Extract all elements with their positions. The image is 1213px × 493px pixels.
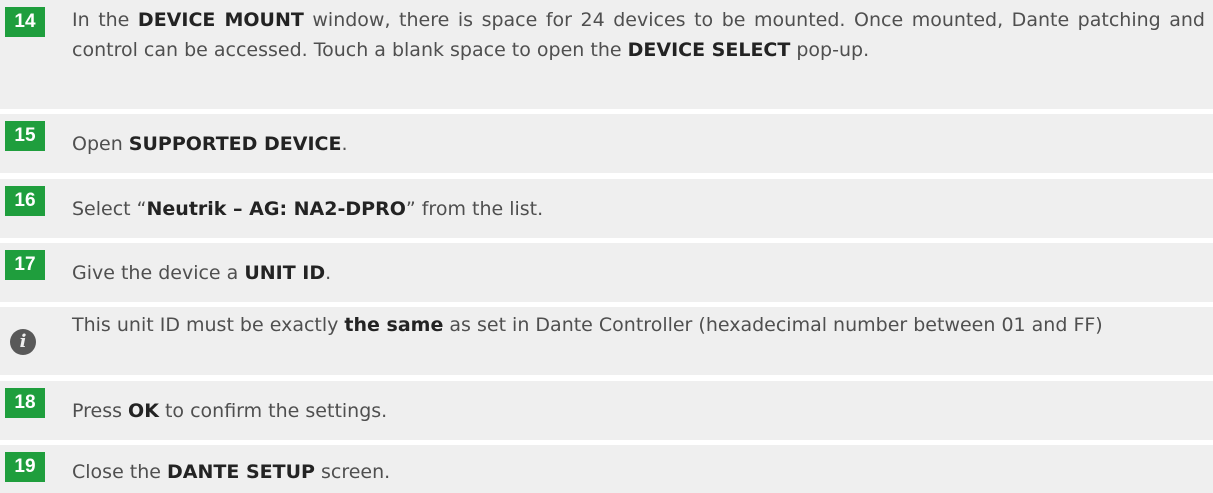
emphasis: the same	[344, 314, 444, 337]
ui-term: DEVICE MOUNT	[137, 9, 304, 31]
step-17-row: 17 Give the device a UNIT ID.	[0, 242, 1213, 302]
step-number-badge: 18	[5, 387, 45, 418]
ui-term: DEVICE SELECT	[627, 39, 791, 61]
step-17-text: Give the device a UNIT ID.	[72, 261, 332, 284]
instruction-steps: 14 In the DEVICE MOUNT window, there is …	[0, 0, 1213, 493]
info-note-text: This unit ID must be exactly the same as…	[72, 314, 1103, 337]
step-number-badge: 15	[5, 121, 45, 152]
step-16-text: Select “Neutrik – AG: NA2-DPRO” from the…	[72, 197, 544, 220]
step-15-row: 15 Open SUPPORTED DEVICE.	[0, 114, 1213, 174]
step-19-row: 19 Close the DANTE SETUP screen.	[0, 444, 1213, 493]
step-18-row: 18 Press OK to confirm the settings.	[0, 380, 1213, 440]
step-number-badge: 17	[5, 249, 45, 280]
ui-term: DANTE SETUP	[167, 460, 315, 483]
step-16-row: 16 Select “Neutrik – AG: NA2-DPRO” from …	[0, 178, 1213, 238]
ui-term: SUPPORTED DEVICE	[128, 133, 342, 156]
ui-term: UNIT ID	[244, 261, 326, 284]
info-note-row: i This unit ID must be exactly the same …	[0, 307, 1213, 376]
ui-term: Neutrik – AG: NA2-DPRO	[146, 197, 406, 220]
step-number-badge: 16	[5, 185, 45, 216]
step-19-text: Close the DANTE SETUP screen.	[72, 460, 391, 483]
step-15-text: Open SUPPORTED DEVICE.	[72, 133, 348, 156]
step-18-text: Press OK to confirm the settings.	[72, 399, 388, 422]
step-number-badge: 19	[5, 451, 45, 482]
info-icon: i	[10, 329, 36, 356]
step-number-badge: 14	[5, 7, 45, 37]
step-14-row: 14 In the DEVICE MOUNT window, there is …	[0, 0, 1213, 109]
ui-term: OK	[128, 399, 159, 422]
step-14-text: In the DEVICE MOUNT window, there is spa…	[72, 9, 1205, 61]
